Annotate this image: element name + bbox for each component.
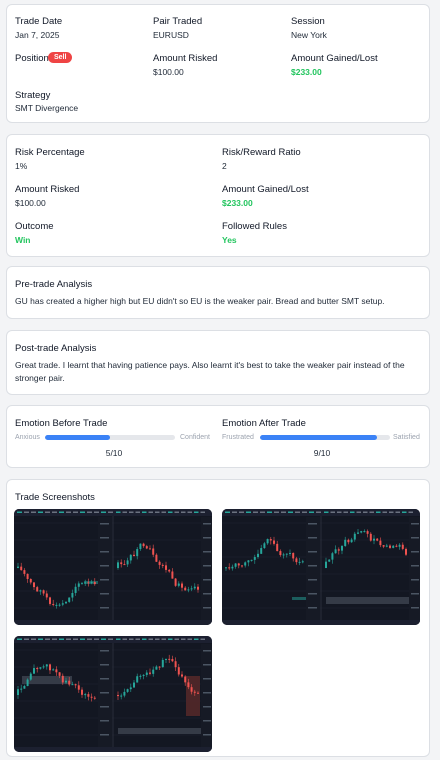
trade-screenshot-1[interactable] xyxy=(14,509,212,625)
chart-thumbnail xyxy=(14,636,212,752)
emotion-before-slider-fill xyxy=(45,435,110,440)
followed-rules-value: Yes xyxy=(222,235,237,245)
emotions-card: Emotion Before Trade Anxious Confident 5… xyxy=(6,405,430,468)
emotion-before-max-label: Confident xyxy=(180,434,210,441)
amount-risked-label: Amount Risked xyxy=(153,53,218,64)
amount-risked-value: $100.00 xyxy=(153,67,184,77)
emotion-after-slider[interactable] xyxy=(260,435,390,440)
risk-details-card: Risk Percentage 1% Risk/Reward Ratio 2 A… xyxy=(6,134,430,257)
risk-percentage-label: Risk Percentage xyxy=(15,147,85,158)
emotion-before-min-label: Anxious xyxy=(15,434,40,441)
risk-amount-gained-label: Amount Gained/Lost xyxy=(222,184,309,195)
outcome-value: Win xyxy=(15,235,31,245)
chart-thumbnail xyxy=(222,509,420,625)
risk-reward-label: Risk/Reward Ratio xyxy=(222,147,301,158)
emotion-before-slider[interactable] xyxy=(45,435,175,440)
post-trade-card: Post-trade Analysis Great trade. I learn… xyxy=(6,330,430,395)
pair-traded-value: EURUSD xyxy=(153,30,189,40)
risk-amount-gained-value: $233.00 xyxy=(222,198,253,208)
outcome-label: Outcome xyxy=(15,221,54,232)
strategy-value: SMT Divergence xyxy=(15,103,79,113)
emotion-after-min-label: Frustrated xyxy=(222,434,254,441)
screenshots-card: Trade Screenshots xyxy=(6,479,430,757)
emotion-after-max-label: Satisfied xyxy=(393,434,420,441)
post-trade-text: Great trade. I learnt that having patien… xyxy=(15,360,405,383)
post-trade-title: Post-trade Analysis xyxy=(15,343,97,354)
amount-gained-label: Amount Gained/Lost xyxy=(291,53,378,64)
amount-gained-value: $233.00 xyxy=(291,67,322,77)
emotion-before-score: 5/10 xyxy=(105,448,123,458)
trade-details-card: Trade Date Jan 7, 2025 Pair Traded EURUS… xyxy=(6,4,430,123)
chart-thumbnail xyxy=(14,509,212,625)
pair-traded-label: Pair Traded xyxy=(153,16,203,27)
position-badge: Sell xyxy=(48,52,73,63)
trade-screenshot-2[interactable] xyxy=(222,509,420,625)
session-value: New York xyxy=(291,30,327,40)
session-label: Session xyxy=(291,16,325,27)
pre-trade-title: Pre-trade Analysis xyxy=(15,279,93,290)
followed-rules-label: Followed Rules xyxy=(222,221,287,232)
trade-screenshot-3[interactable] xyxy=(14,636,212,752)
emotion-after-score: 9/10 xyxy=(313,448,331,458)
pre-trade-card: Pre-trade Analysis GU has created a high… xyxy=(6,266,430,319)
risk-percentage-value: 1% xyxy=(15,161,28,171)
screenshots-title: Trade Screenshots xyxy=(15,492,95,503)
emotion-after-label: Emotion After Trade xyxy=(222,418,306,429)
strategy-label: Strategy xyxy=(15,90,51,101)
position-label: Position xyxy=(15,53,49,64)
risk-amount-risked-label: Amount Risked xyxy=(15,184,80,195)
emotion-after-slider-fill xyxy=(260,435,377,440)
risk-amount-risked-value: $100.00 xyxy=(15,198,46,208)
trade-date-label: Trade Date xyxy=(15,16,63,27)
emotion-before-label: Emotion Before Trade xyxy=(15,418,108,429)
trade-date-value: Jan 7, 2025 xyxy=(15,30,60,40)
pre-trade-text: GU has created a higher high but EU didn… xyxy=(15,296,385,306)
risk-reward-value: 2 xyxy=(222,161,227,171)
